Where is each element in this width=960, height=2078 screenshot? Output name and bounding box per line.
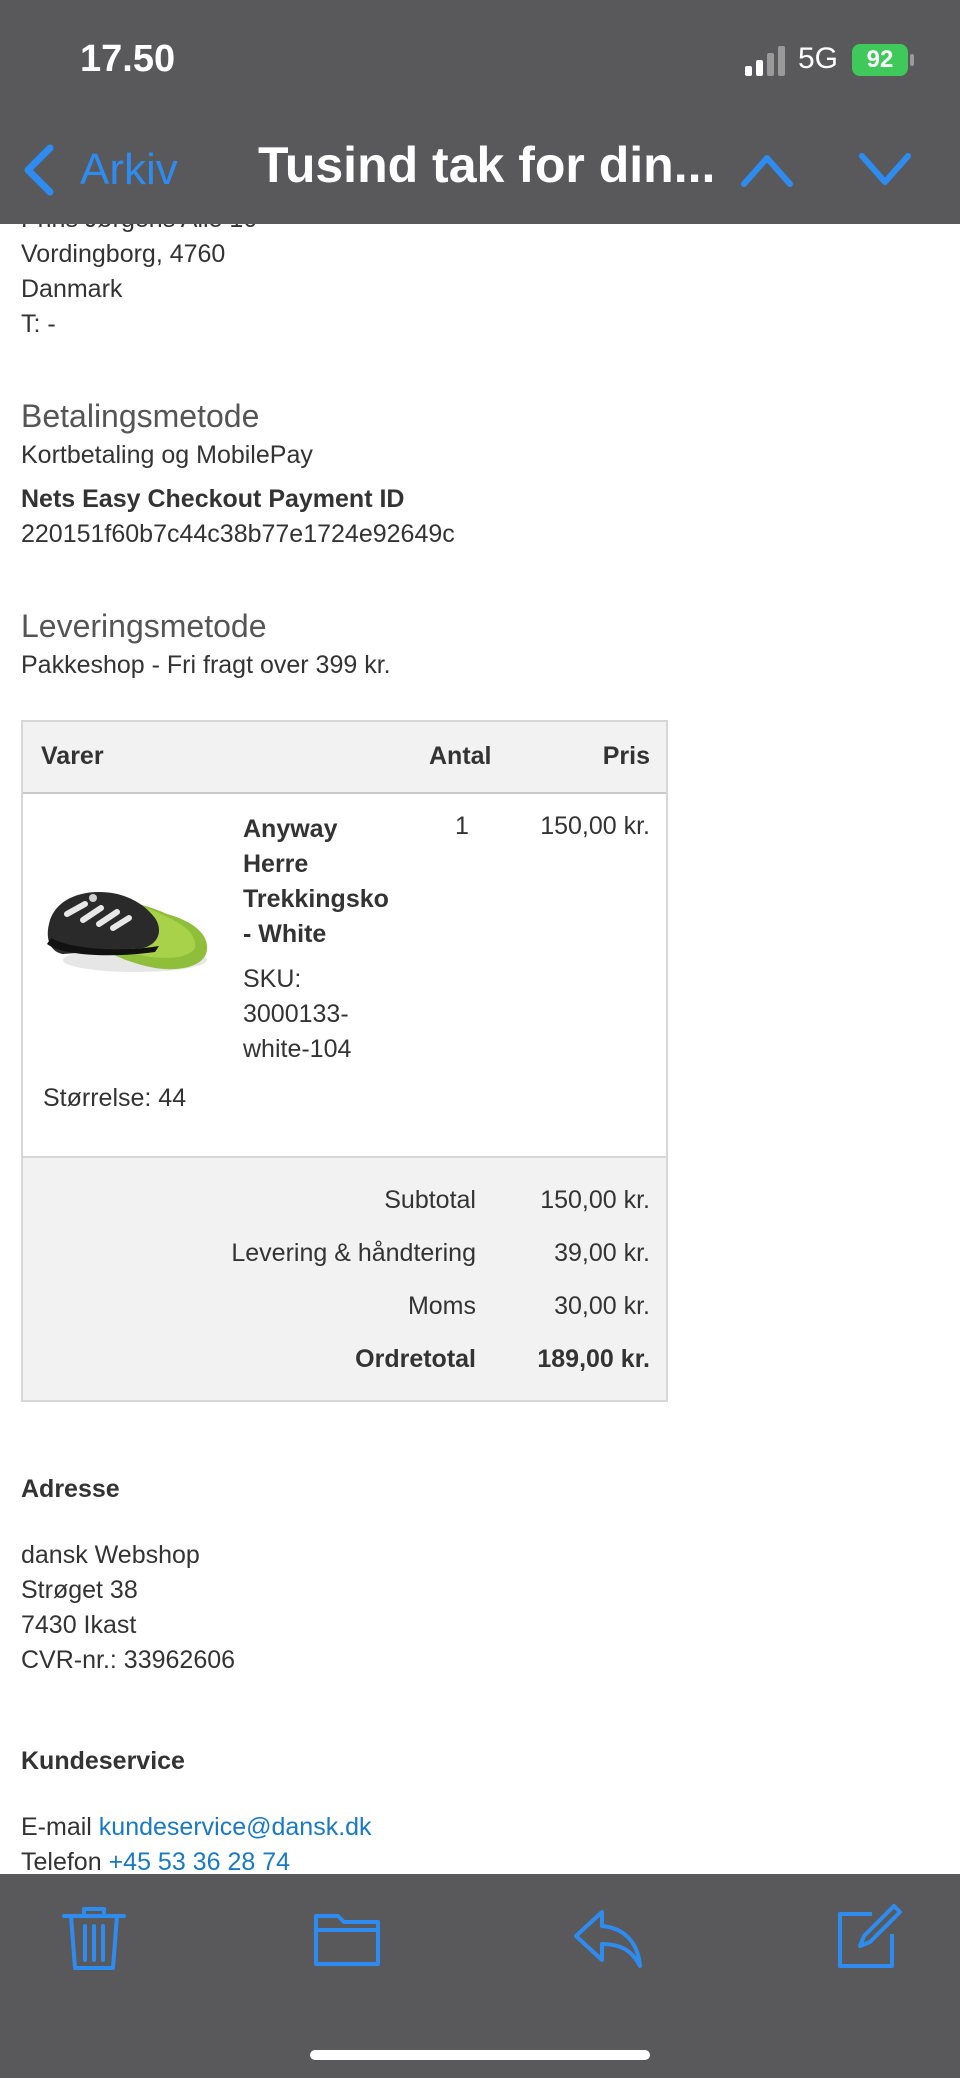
product-name-line: Anyway [243, 815, 338, 843]
support-phone-row: Telefon +45 53 36 28 74 [21, 1845, 372, 1874]
top-navigation-bar: 17.50 5G 92 Arkiv Tusind tak for din... [0, 0, 960, 224]
product-price: 150,00 kr. [540, 812, 650, 840]
email-label: E-mail [21, 1813, 92, 1841]
company-line: 7430 Ikast [21, 1611, 137, 1639]
totals-label: Levering & håndtering [231, 1239, 476, 1267]
company-line: dansk Webshop [21, 1541, 200, 1569]
totals-value: 39,00 kr. [554, 1239, 650, 1267]
delivery-method: Pakkeshop - Fri fragt over 399 kr. [21, 651, 391, 679]
payment-method: Kortbetaling og MobilePay [21, 441, 313, 469]
column-header-item: Varer [41, 742, 104, 770]
phone-label: Telefon [21, 1848, 102, 1874]
support-email-row: E-mail kundeservice@dansk.dk [21, 1810, 372, 1845]
totals-value: 30,00 kr. [554, 1292, 650, 1320]
product-name-line: Trekkingsko [243, 885, 389, 913]
battery-indicator: 92 [852, 44, 908, 76]
back-button[interactable]: Arkiv [20, 140, 178, 200]
totals-value: 189,00 kr. [537, 1345, 650, 1373]
totals-row-subtotal: Subtotal 150,00 kr. [23, 1174, 666, 1227]
totals-label: Subtotal [384, 1186, 476, 1214]
back-label: Arkiv [80, 145, 178, 194]
column-header-qty: Antal [429, 742, 492, 770]
product-name-line: Herre [243, 850, 309, 878]
company-heading: Adresse [21, 1475, 120, 1503]
status-time: 17.50 [80, 38, 176, 80]
totals-row-grand-total: Ordretotal 189,00 kr. [23, 1333, 666, 1386]
address-line: T: - [21, 310, 56, 338]
address-line: Vordingborg, 4760 [21, 240, 226, 268]
signal-icon [745, 46, 785, 76]
order-totals: Subtotal 150,00 kr. Levering & håndterin… [23, 1158, 666, 1400]
column-header-price: Pris [602, 742, 650, 770]
payment-section: Betalingsmetode Kortbetaling og MobilePa… [21, 396, 455, 552]
totals-label: Moms [407, 1292, 476, 1320]
email-body[interactable]: Prins Jørgens Alle 10 Vordingborg, 4760 … [21, 224, 921, 1874]
support-email-link[interactable]: kundeservice@dansk.dk [99, 1813, 372, 1841]
product-image[interactable] [43, 874, 213, 984]
email-subject-title: Tusind tak for din... [258, 137, 716, 193]
folder-icon[interactable] [312, 1902, 384, 1974]
payment-heading: Betalingsmetode [21, 398, 260, 434]
product-size: Størrelse: 44 [43, 1084, 187, 1112]
company-address-section: Adresse dansk Webshop Strøget 38 7430 Ik… [21, 1472, 235, 1678]
delivery-section: Leveringsmetode Pakkeshop - Fri fragt ov… [21, 606, 391, 683]
company-line: CVR-nr.: 33962606 [21, 1646, 236, 1674]
totals-row-vat: Moms 30,00 kr. [23, 1280, 666, 1333]
support-phone-link[interactable]: +45 53 36 28 74 [109, 1848, 290, 1874]
trash-icon[interactable] [58, 1902, 130, 1974]
totals-label: Ordretotal [355, 1345, 476, 1373]
product-quantity: 1 [455, 812, 469, 840]
product-name-line: - White [243, 920, 327, 948]
order-item-row: Anyway Herre Trekkingsko - White SKU: 30… [23, 794, 666, 1158]
sku-line: SKU: [243, 965, 302, 993]
reply-icon[interactable] [572, 1902, 644, 1974]
home-indicator[interactable] [310, 2050, 650, 2060]
shipping-address: Prins Jørgens Alle 10 Vordingborg, 4760 … [21, 224, 257, 342]
chevron-up-icon[interactable] [740, 150, 794, 190]
company-line: Strøget 38 [21, 1576, 138, 1604]
totals-row-shipping: Levering & håndtering 39,00 kr. [23, 1227, 666, 1280]
order-table: Varer Antal Pris Anyway Herre Trekkingsk… [21, 720, 668, 1402]
network-type: 5G [798, 42, 839, 75]
delivery-heading: Leveringsmetode [21, 608, 267, 644]
payment-id-value: 220151f60b7c44c38b77e1724e92649c [21, 520, 455, 548]
compose-icon[interactable] [832, 1902, 904, 1974]
address-line: Prins Jørgens Alle 10 [21, 224, 257, 237]
battery-tip [910, 54, 914, 66]
order-table-header: Varer Antal Pris [23, 722, 666, 794]
customer-service-section: Kundeservice E-mail kundeservice@dansk.d… [21, 1744, 372, 1874]
product-name[interactable]: Anyway Herre Trekkingsko - White [243, 812, 403, 952]
battery-level: 92 [866, 46, 894, 73]
product-sku: SKU: 3000133- white-104 [243, 962, 403, 1067]
chevron-down-icon[interactable] [858, 150, 912, 190]
chevron-left-icon [24, 144, 54, 196]
payment-id-label: Nets Easy Checkout Payment ID [21, 485, 405, 513]
sku-line: 3000133- [243, 1000, 349, 1028]
bottom-toolbar [0, 1874, 960, 2078]
sku-line: white-104 [243, 1035, 352, 1063]
support-heading: Kundeservice [21, 1747, 185, 1775]
totals-value: 150,00 kr. [540, 1186, 650, 1214]
address-line: Danmark [21, 275, 123, 303]
